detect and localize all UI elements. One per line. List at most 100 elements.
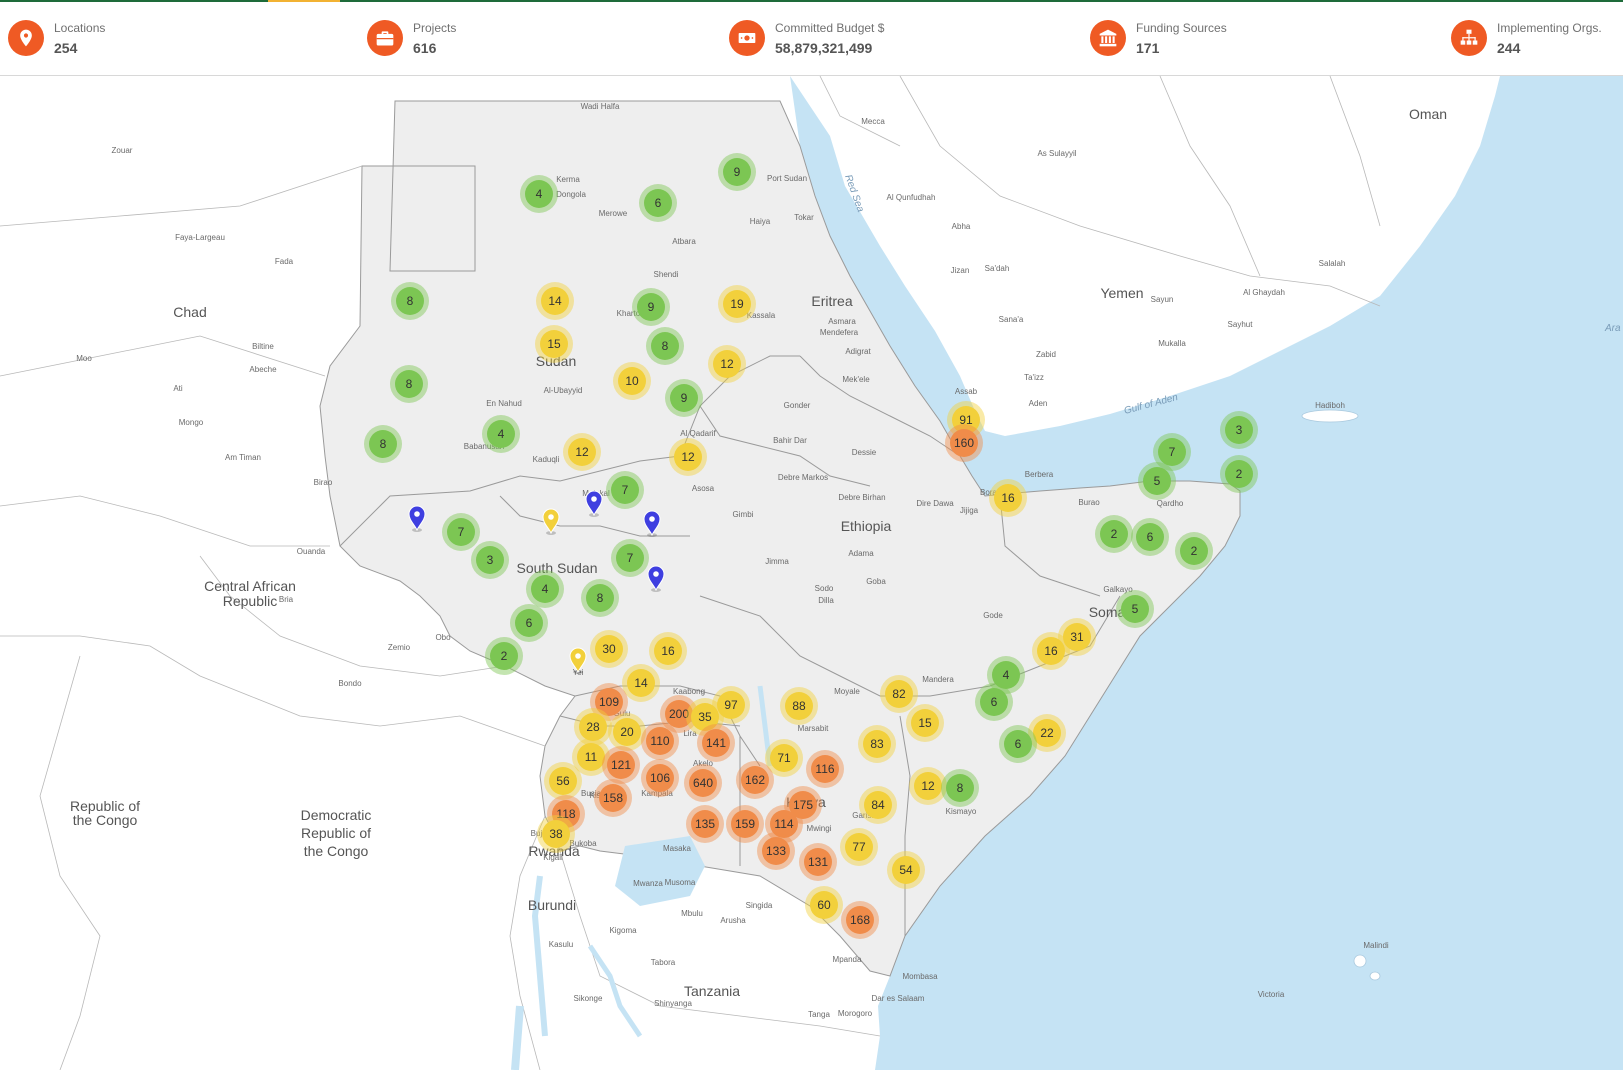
cluster-marker[interactable]: 54 <box>887 851 925 889</box>
place-label: Salalah <box>1319 259 1346 268</box>
place-label: Haiya <box>750 217 771 226</box>
cluster-marker[interactable]: 8 <box>581 579 619 617</box>
cluster-marker[interactable]: 7 <box>611 539 649 577</box>
cluster-marker[interactable]: 30 <box>590 630 628 668</box>
cluster-marker[interactable]: 82 <box>880 675 918 713</box>
cluster-marker[interactable]: 131 <box>799 843 837 881</box>
cluster-marker[interactable]: 9 <box>718 153 756 191</box>
cluster-marker[interactable]: 110 <box>641 722 679 760</box>
stat-projects[interactable]: Projects 616 <box>367 16 456 60</box>
cluster-marker[interactable]: 4 <box>482 415 520 453</box>
stat-committed-budget[interactable]: Committed Budget $ 58,879,321,499 <box>729 16 884 60</box>
stat-label: Projects <box>413 20 457 35</box>
cluster-marker[interactable]: 15 <box>535 325 573 363</box>
place-label: Mek'ele <box>842 375 870 384</box>
cluster-count: 5 <box>1132 602 1139 616</box>
place-label: Sayun <box>1151 295 1174 304</box>
cluster-marker[interactable]: 60 <box>805 886 843 924</box>
cluster-marker[interactable]: 97 <box>712 686 750 724</box>
cluster-count: 15 <box>547 337 561 351</box>
cluster-marker[interactable]: 8 <box>391 282 429 320</box>
cluster-count: 12 <box>921 779 935 793</box>
country-label: Democratic Republic of the Congo <box>301 807 372 859</box>
place-label: Moo <box>76 354 92 363</box>
place-label: Sayhut <box>1228 320 1254 329</box>
cluster-marker[interactable]: 6 <box>639 184 677 222</box>
cluster-marker[interactable]: 168 <box>841 901 879 939</box>
cluster-marker[interactable]: 116 <box>806 750 844 788</box>
cluster-marker[interactable]: 10 <box>613 362 651 400</box>
cluster-count: 16 <box>661 644 675 658</box>
place-label: Mpanda <box>833 955 862 964</box>
map-canvas[interactable]: Chad Sudan Eritrea Yemen Oman Ethiopia South S… <box>0 76 1623 1070</box>
cluster-count: 16 <box>1001 491 1015 505</box>
cluster-marker[interactable]: 8 <box>646 327 684 365</box>
place-label: Al Ghaydah <box>1243 288 1285 297</box>
cluster-marker[interactable]: 4 <box>526 570 564 608</box>
cluster-marker[interactable]: 160 <box>945 424 983 462</box>
cluster-marker[interactable]: 158 <box>594 779 632 817</box>
cluster-marker[interactable]: 56 <box>544 762 582 800</box>
cluster-marker[interactable]: 7 <box>606 471 644 509</box>
cluster-marker[interactable]: 162 <box>736 761 774 799</box>
cluster-marker[interactable]: 9 <box>632 288 670 326</box>
stat-locations[interactable]: Locations 254 <box>8 16 105 60</box>
cluster-marker[interactable]: 5 <box>1116 590 1154 628</box>
map-svg[interactable]: ChadSudanEritrea YemenOmanEthiopiaSouth S… <box>0 76 1623 1070</box>
stat-funding-sources[interactable]: Funding Sources 171 <box>1090 16 1227 60</box>
cluster-marker[interactable]: 12 <box>708 345 746 383</box>
cluster-marker[interactable]: 16 <box>649 632 687 670</box>
place-label: Shendi <box>654 270 679 279</box>
cluster-count: 88 <box>792 699 806 713</box>
cluster-marker[interactable]: 15 <box>906 704 944 742</box>
cluster-marker[interactable]: 77 <box>840 828 878 866</box>
cluster-marker[interactable]: 135 <box>686 805 724 843</box>
place-label: Faya-Largeau <box>175 233 225 242</box>
cluster-marker[interactable]: 3 <box>471 541 509 579</box>
cluster-marker[interactable]: 9 <box>665 379 703 417</box>
cluster-marker[interactable]: 19 <box>718 285 756 323</box>
cluster-marker[interactable]: 4 <box>520 175 558 213</box>
cluster-marker[interactable]: 84 <box>859 786 897 824</box>
cluster-marker[interactable]: 141 <box>697 724 735 762</box>
cluster-marker[interactable]: 159 <box>726 805 764 843</box>
cluster-marker[interactable]: 12 <box>669 438 707 476</box>
cluster-marker[interactable]: 6 <box>975 683 1013 721</box>
cluster-marker[interactable]: 16 <box>1032 632 1070 670</box>
cluster-marker[interactable]: 640 <box>684 764 722 802</box>
cluster-marker[interactable]: 12 <box>563 433 601 471</box>
cluster-marker[interactable]: 83 <box>858 725 896 763</box>
cluster-marker[interactable]: 2 <box>485 637 523 675</box>
cluster-marker[interactable]: 106 <box>641 759 679 797</box>
cluster-marker[interactable]: 6 <box>510 604 548 642</box>
cluster-marker[interactable]: 6 <box>999 725 1037 763</box>
cluster-marker[interactable]: 88 <box>780 687 818 725</box>
cluster-marker[interactable]: 20 <box>608 713 646 751</box>
cluster-marker[interactable]: 2 <box>1220 455 1258 493</box>
place-label: Sana'a <box>999 315 1024 324</box>
cluster-marker[interactable]: 7 <box>442 513 480 551</box>
cluster-count: 6 <box>1015 737 1022 751</box>
cluster-marker[interactable]: 6 <box>1131 518 1169 556</box>
cluster-marker[interactable]: 121 <box>602 746 640 784</box>
cluster-marker[interactable]: 14 <box>622 664 660 702</box>
place-label: Bondo <box>338 679 362 688</box>
cluster-marker[interactable]: 8 <box>390 365 428 403</box>
place-label: Gonder <box>784 401 811 410</box>
place-label: Asmara <box>828 317 856 326</box>
cluster-count: 8 <box>380 437 387 451</box>
cluster-marker[interactable]: 8 <box>941 769 979 807</box>
cluster-marker[interactable]: 5 <box>1138 462 1176 500</box>
cluster-marker[interactable]: 38 <box>537 815 575 853</box>
cluster-marker[interactable]: 3 <box>1220 411 1258 449</box>
cluster-marker[interactable]: 16 <box>989 479 1027 517</box>
cluster-count: 82 <box>892 687 906 701</box>
cluster-marker[interactable]: 133 <box>757 832 795 870</box>
place-label: Qardho <box>1157 499 1184 508</box>
cluster-marker[interactable]: 14 <box>536 282 574 320</box>
cluster-marker[interactable]: 8 <box>364 425 402 463</box>
cluster-marker[interactable]: 2 <box>1175 532 1213 570</box>
cluster-marker[interactable]: 2 <box>1095 515 1133 553</box>
stat-implementing-orgs[interactable]: Implementing Orgs. 244 <box>1451 16 1602 60</box>
cluster-count: 162 <box>745 773 765 787</box>
